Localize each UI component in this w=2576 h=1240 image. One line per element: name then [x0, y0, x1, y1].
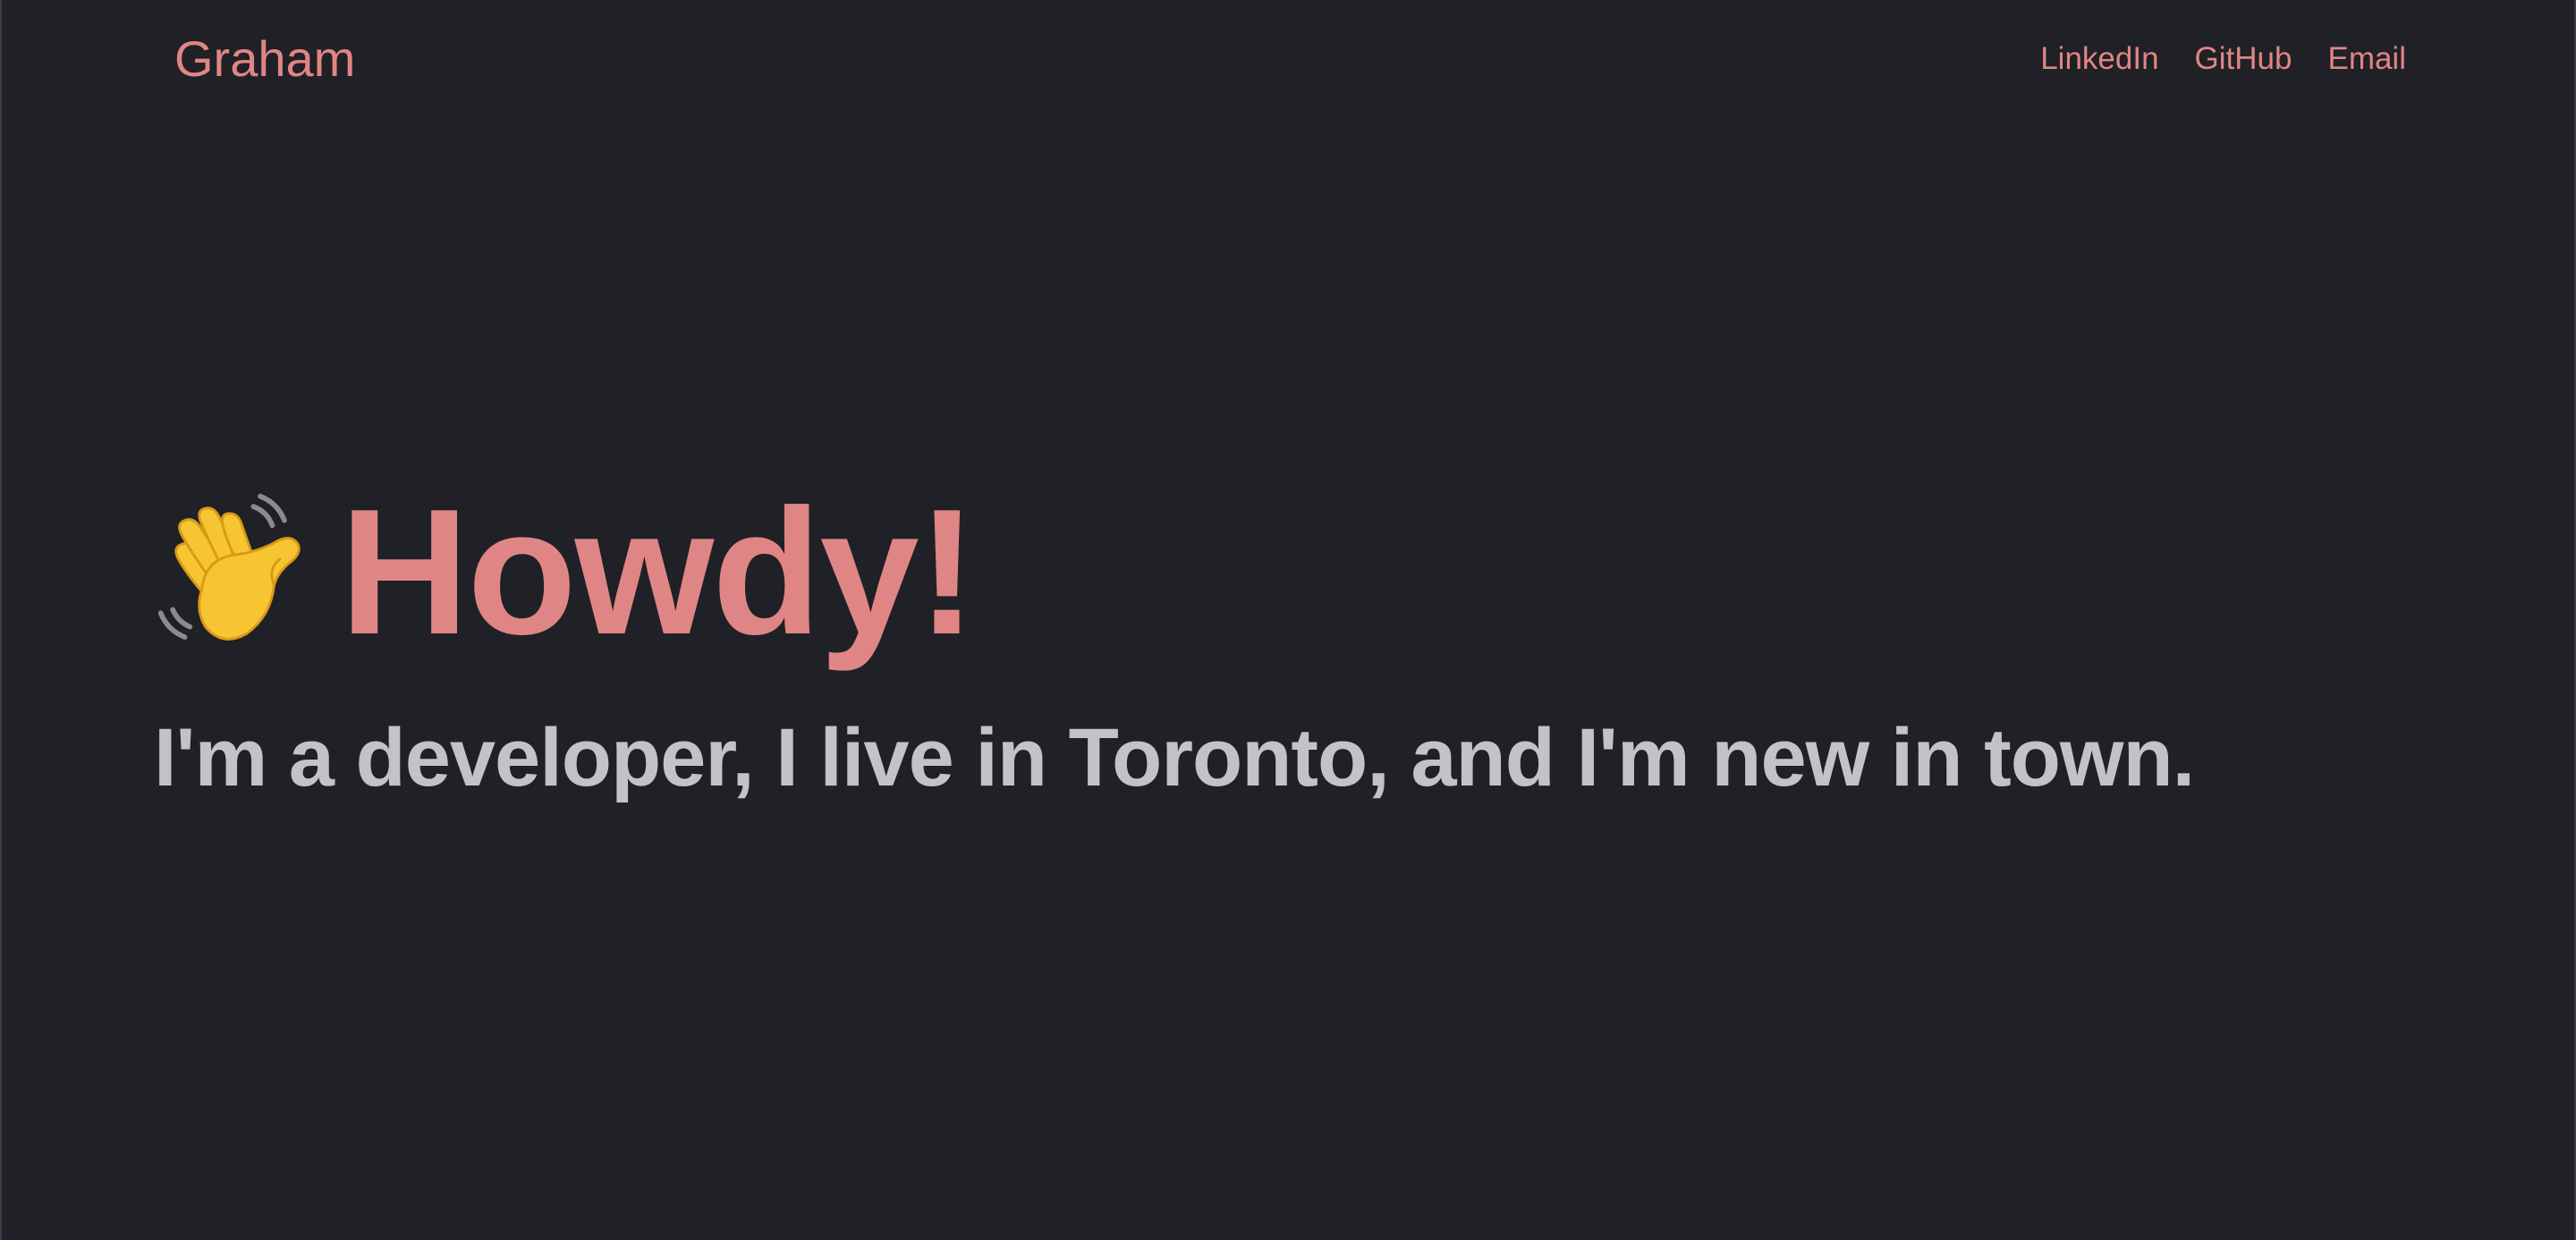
hero-section: Howdy! I'm a developer, I live in Toront…	[154, 465, 2444, 807]
nav-link-email[interactable]: Email	[2327, 39, 2406, 79]
nav-link-linkedin[interactable]: LinkedIn	[2040, 39, 2158, 79]
waving-hand-icon	[157, 493, 301, 641]
top-nav: LinkedIn GitHub Email	[2040, 39, 2406, 79]
nav-link-github[interactable]: GitHub	[2195, 39, 2292, 79]
brand-link[interactable]: Graham	[174, 30, 355, 88]
site-header: Graham LinkedIn GitHub Email	[2, 0, 2576, 120]
hero-title: Howdy!	[340, 472, 977, 672]
hero-heading: Howdy!	[154, 465, 2444, 680]
hero-subtitle: I'm a developer, I live in Toronto, and …	[154, 712, 2195, 803]
